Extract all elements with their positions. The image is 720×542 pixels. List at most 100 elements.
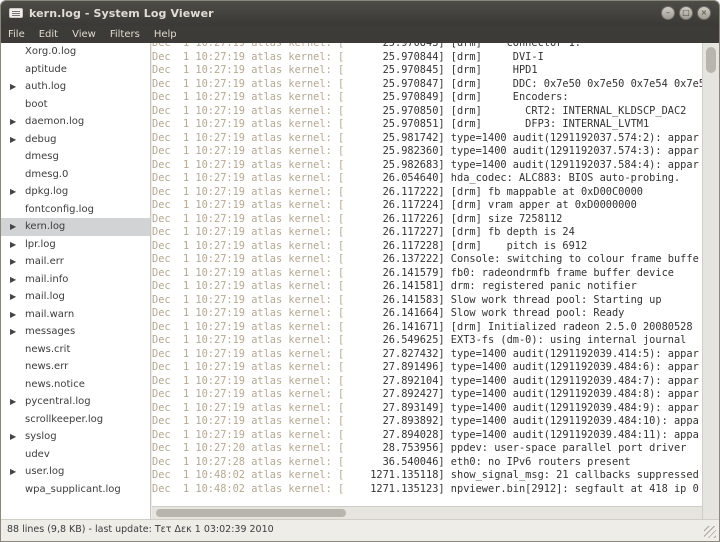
sidebar-item[interactable]: ▶ mail.log xyxy=(1,288,150,306)
log-message: [drm] HPD1 xyxy=(444,64,538,76)
minimize-icon[interactable]: – xyxy=(661,6,675,20)
menu-file[interactable]: File xyxy=(1,29,32,40)
sidebar-item-label: messages xyxy=(25,326,76,337)
resize-grip-icon[interactable] xyxy=(704,526,716,538)
horizontal-scrollbar[interactable] xyxy=(152,506,702,519)
expander-arrow-icon[interactable]: ▶ xyxy=(10,393,16,411)
expander-arrow-icon[interactable]: ▶ xyxy=(10,78,16,96)
sidebar-item[interactable]: ▶ daemon.log xyxy=(1,113,150,131)
title-bar[interactable]: kern.log - System Log Viewer – □ × xyxy=(1,1,719,25)
menu-help[interactable]: Help xyxy=(147,29,184,40)
log-uptime: 25.970847] xyxy=(364,77,445,90)
sidebar-item[interactable]: wpa_supplicant.log xyxy=(1,481,150,499)
expander-arrow-icon[interactable]: ▶ xyxy=(10,288,16,306)
status-text: 88 lines (9,8 KB) - last update: Τετ Δεκ… xyxy=(7,524,274,535)
expander-arrow-icon[interactable]: ▶ xyxy=(10,113,16,131)
log-timestamp: Dec 1 10:27:19 atlas kernel: [ xyxy=(152,253,345,265)
log-uptime: 1271.135123] xyxy=(364,482,445,495)
sidebar-item[interactable]: news.err xyxy=(1,358,150,376)
sidebar-item[interactable]: news.crit xyxy=(1,341,150,359)
log-message: type=1400 audit(1291192039.484:7): appar xyxy=(444,374,699,387)
expander-arrow-icon[interactable]: ▶ xyxy=(10,183,16,201)
expander-arrow-icon[interactable]: ▶ xyxy=(10,306,16,324)
sidebar-item-label: kern.log xyxy=(25,221,66,232)
sidebar-item-label: boot xyxy=(25,98,48,110)
log-line: Dec 1 10:27:19 atlas kernel: [ 25.970844… xyxy=(152,51,702,65)
log-line: Dec 1 10:27:19 atlas kernel: [ 26.117226… xyxy=(152,213,702,227)
log-line: Dec 1 10:27:19 atlas kernel: [ 27.892427… xyxy=(152,388,702,402)
sidebar-item-label: aptitude xyxy=(25,63,67,75)
sidebar-item-label: news.err xyxy=(25,361,69,372)
log-line: Dec 1 10:27:19 atlas kernel: [ 26.117228… xyxy=(152,240,702,254)
sidebar-item-label: Xorg.0.log xyxy=(25,46,77,57)
log-uptime: 26.141664] xyxy=(364,307,445,319)
vertical-scrollbar-thumb[interactable] xyxy=(706,47,716,73)
log-timestamp: Dec 1 10:27:20 atlas kernel: [ xyxy=(152,442,345,454)
menu-view[interactable]: View xyxy=(65,29,103,40)
log-uptime: 25.970851] xyxy=(364,118,445,130)
log-line: Dec 1 10:27:19 atlas kernel: [ 26.137222… xyxy=(152,253,702,267)
expander-arrow-icon[interactable]: ▶ xyxy=(10,271,16,289)
sidebar-item[interactable]: ▶ messages xyxy=(1,323,150,341)
sidebar-item[interactable]: ▶ mail.info xyxy=(1,271,150,289)
menu-edit[interactable]: Edit xyxy=(32,29,65,40)
log-content-view[interactable]: Dec 1 10:27:19 atlas kernel: [ 25.970843… xyxy=(152,43,702,519)
maximize-icon[interactable]: □ xyxy=(679,6,693,20)
sidebar-item[interactable]: scrollkeeper.log xyxy=(1,411,150,429)
sidebar-item[interactable]: ▶ mail.warn xyxy=(1,306,150,324)
expander-arrow-icon[interactable]: ▶ xyxy=(10,463,16,481)
sidebar-item[interactable]: boot xyxy=(1,96,150,114)
sidebar-item[interactable]: ▶ auth.log xyxy=(1,78,150,96)
sidebar-item[interactable]: aptitude xyxy=(1,61,150,79)
vertical-scrollbar[interactable] xyxy=(702,43,719,519)
log-message: [drm] Initialized radeon 2.5.0 20080528 xyxy=(444,320,699,333)
sidebar-item[interactable]: ▶ syslog xyxy=(1,428,150,446)
log-message: type=1400 audit(1291192039.484:8): appar xyxy=(444,388,699,400)
expander-arrow-icon[interactable]: ▶ xyxy=(10,236,16,254)
log-timestamp: Dec 1 10:48:02 atlas kernel: [ xyxy=(152,482,345,495)
sidebar-item[interactable]: ▶ mail.err xyxy=(1,253,150,271)
log-line: Dec 1 10:27:20 atlas kernel: [ 28.753956… xyxy=(152,442,702,456)
close-icon[interactable]: × xyxy=(697,6,711,20)
sidebar-item[interactable]: news.notice xyxy=(1,376,150,394)
log-line: Dec 1 10:27:19 atlas kernel: [ 25.970843… xyxy=(152,43,702,51)
sidebar-item[interactable]: fontconfig.log xyxy=(1,201,150,219)
log-uptime: 26.141671] xyxy=(364,320,445,333)
log-line: Dec 1 10:27:19 atlas kernel: [ 25.970851… xyxy=(152,118,702,132)
log-timestamp: Dec 1 10:27:19 atlas kernel: [ xyxy=(152,401,345,414)
expander-arrow-icon[interactable]: ▶ xyxy=(10,218,16,236)
expander-arrow-icon[interactable]: ▶ xyxy=(10,428,16,446)
log-uptime: 27.892104] xyxy=(364,374,445,387)
log-line: Dec 1 10:27:28 atlas kernel: [ 36.540046… xyxy=(152,456,702,470)
log-line: Dec 1 10:27:19 atlas kernel: [ 25.970847… xyxy=(152,78,702,92)
log-uptime: 26.117224] xyxy=(364,199,445,211)
log-message: [drm] size 7258112 xyxy=(444,212,563,225)
log-uptime: 26.141581] xyxy=(364,280,445,292)
horizontal-scrollbar-thumb[interactable] xyxy=(156,509,346,517)
sidebar-item[interactable]: ▶ debug xyxy=(1,131,150,149)
log-line: Dec 1 10:27:19 atlas kernel: [ 25.982360… xyxy=(152,145,702,159)
sidebar-item-label: mail.warn xyxy=(25,308,75,320)
log-timestamp: Dec 1 10:27:19 atlas kernel: [ xyxy=(152,374,345,387)
log-uptime: 27.893892] xyxy=(364,415,445,427)
sidebar-item[interactable]: ▶ kern.log xyxy=(1,218,150,236)
log-timestamp: Dec 1 10:27:19 atlas kernel: [ xyxy=(152,280,345,292)
expander-arrow-icon[interactable]: ▶ xyxy=(10,253,16,271)
sidebar-item[interactable]: ▶ lpr.log xyxy=(1,236,150,254)
log-line: Dec 1 10:27:19 atlas kernel: [ 26.054640… xyxy=(152,172,702,186)
expander-arrow-icon[interactable]: ▶ xyxy=(10,131,16,149)
log-line: Dec 1 10:27:19 atlas kernel: [ 26.141581… xyxy=(152,280,702,294)
log-uptime: 27.891496] xyxy=(364,361,445,373)
expander-arrow-icon[interactable]: ▶ xyxy=(10,323,16,341)
log-uptime: 26.117226] xyxy=(364,212,445,225)
sidebar-item[interactable]: Xorg.0.log xyxy=(1,43,150,61)
sidebar-item[interactable]: dmesg.0 xyxy=(1,166,150,184)
sidebar-item[interactable]: ▶ pycentral.log xyxy=(1,393,150,411)
sidebar-item[interactable]: udev xyxy=(1,446,150,464)
sidebar-item[interactable]: ▶ dpkg.log xyxy=(1,183,150,201)
log-uptime: 25.970844] xyxy=(364,50,445,63)
log-uptime: 27.827432] xyxy=(364,347,445,360)
sidebar-item[interactable]: ▶ user.log xyxy=(1,463,150,481)
menu-filters[interactable]: Filters xyxy=(103,29,147,40)
sidebar-item[interactable]: dmesg xyxy=(1,148,150,166)
